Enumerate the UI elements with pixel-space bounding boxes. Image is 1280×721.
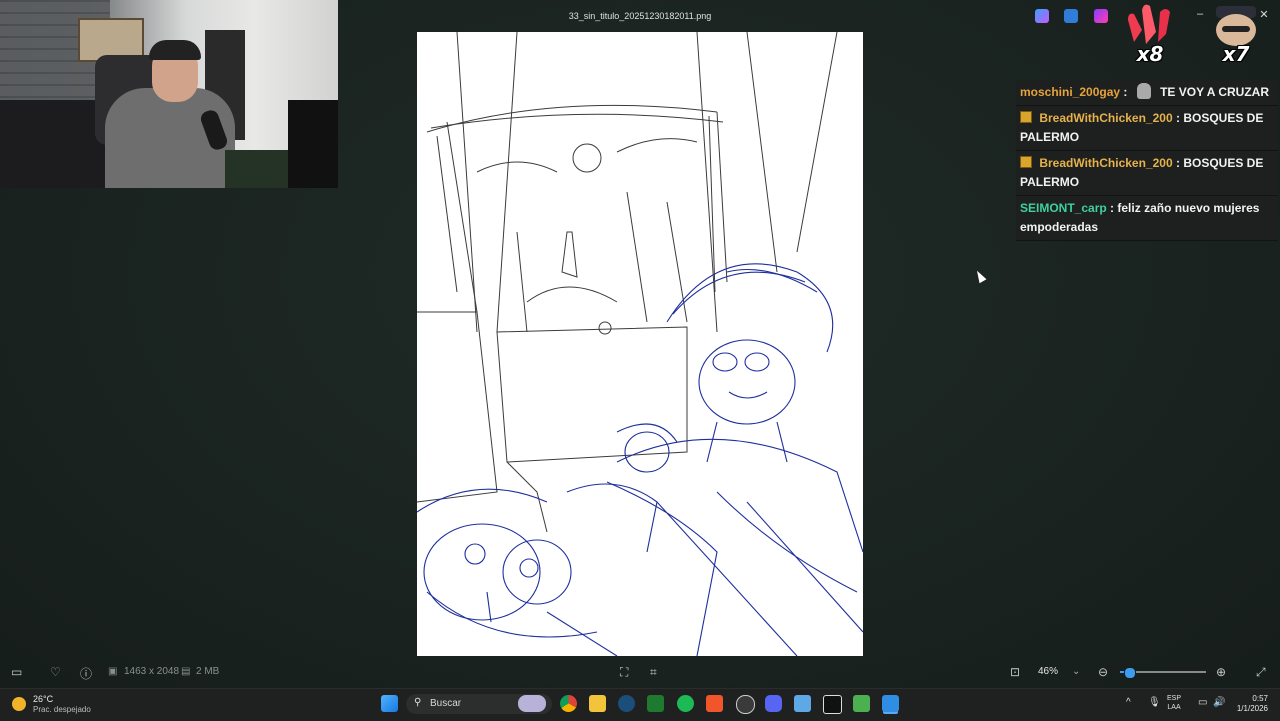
weather-sun-icon[interactable]	[12, 697, 26, 711]
sketch-artwork	[417, 32, 863, 656]
microphone-icon[interactable]: 🎙	[1148, 697, 1161, 708]
drawing-image	[417, 32, 863, 656]
chat-username[interactable]: BreadWithChicken_200	[1039, 111, 1172, 125]
chat-message: BreadWithChicken_200 : BOSQUES DE PALERM…	[1016, 106, 1278, 151]
reaction-count: x7	[1222, 42, 1250, 66]
keyboard-layout: LAA	[1167, 704, 1181, 711]
brave-icon[interactable]	[706, 695, 723, 712]
edit-icon[interactable]	[1064, 9, 1078, 23]
skull-emote-icon	[1136, 83, 1151, 99]
chat-separator: :	[1175, 156, 1180, 170]
chat-separator: :	[1123, 85, 1128, 99]
text-scan-icon[interactable]: ⌗	[650, 665, 657, 680]
language-indicator[interactable]: ESP LAA	[1167, 694, 1181, 712]
fit-to-screen-icon[interactable]: ⊡	[1010, 665, 1020, 679]
search-input[interactable]: Buscar	[430, 698, 461, 709]
show-hidden-icons-chevron-icon[interactable]: ^	[1126, 697, 1131, 708]
weather-temperature[interactable]: 26°C	[33, 694, 53, 704]
viewer-toolbar	[0, 660, 1280, 688]
capcut-icon[interactable]	[823, 695, 842, 714]
crop-icon[interactable]: ⛶	[620, 665, 628, 680]
notepad-icon[interactable]	[794, 695, 811, 712]
photos-icon[interactable]	[882, 695, 899, 712]
obs-icon[interactable]	[736, 695, 755, 714]
chat-username[interactable]: BreadWithChicken_200	[1039, 156, 1172, 170]
webcam-overlay	[0, 0, 338, 188]
stream-chat: moschini_200gay : TE VOY A CRUZAR BreadW…	[1016, 80, 1278, 241]
xbox-icon[interactable]	[647, 695, 664, 712]
zoom-select[interactable]: 46% ⌄	[1032, 662, 1086, 682]
subscriber-badge-icon	[1020, 111, 1032, 123]
reaction-emote: x7	[1206, 0, 1266, 68]
windows-start-icon[interactable]	[381, 695, 398, 712]
volume-icon[interactable]: 🔊	[1213, 697, 1225, 708]
chat-text: TE VOY A CRUZAR	[1160, 85, 1269, 99]
clock-date: 1/1/2026	[1236, 704, 1268, 713]
chat-message: moschini_200gay : TE VOY A CRUZAR	[1016, 80, 1278, 106]
designer-icon[interactable]	[1094, 9, 1108, 23]
spotify-icon[interactable]	[677, 695, 694, 712]
clock-time: 0:57	[1252, 694, 1268, 703]
minecraft-icon[interactable]	[853, 695, 870, 712]
file-size: 2 MB	[196, 666, 220, 677]
chat-message: SEIMONT_carp : feliz zaño nuevo mujeres …	[1016, 196, 1278, 241]
fullscreen-icon[interactable]: ⤢	[1256, 665, 1266, 680]
chat-message: BreadWithChicken_200 : BOSQUES DE PALERM…	[1016, 151, 1278, 196]
reaction-clap: x8	[1120, 0, 1180, 68]
network-icon[interactable]: ▭	[1198, 697, 1207, 708]
zoom-slider-thumb[interactable]	[1123, 667, 1136, 679]
subscriber-badge-icon	[1020, 156, 1032, 168]
search-icon: ⚲	[414, 697, 422, 708]
search-highlight-icon	[518, 695, 546, 712]
zoom-out-icon[interactable]: ⊖	[1098, 665, 1108, 679]
reaction-count: x8	[1136, 42, 1164, 66]
file-size-icon: ▤	[181, 666, 191, 677]
image-dimensions-icon: ▣	[108, 666, 118, 677]
weather-description[interactable]: Prac. despejado	[33, 705, 91, 714]
zoom-value: 46%	[1038, 666, 1059, 677]
favorite-heart-icon[interactable]: ♡	[50, 665, 61, 679]
zoom-slider[interactable]	[1120, 667, 1206, 679]
chat-separator: :	[1110, 201, 1115, 215]
chat-separator: :	[1175, 111, 1180, 125]
steam-icon[interactable]	[618, 695, 635, 712]
chat-username[interactable]: moschini_200gay	[1020, 85, 1120, 99]
language-code: ESP	[1167, 695, 1182, 702]
chrome-icon[interactable]	[560, 695, 577, 712]
discord-icon[interactable]	[765, 695, 782, 712]
filmstrip-icon[interactable]: ▭	[11, 665, 22, 679]
system-clock[interactable]: 0:57 1/1/2026	[1232, 694, 1268, 714]
file-explorer-icon[interactable]	[589, 695, 606, 712]
zoom-in-icon[interactable]: ⊕	[1216, 665, 1226, 679]
image-dimensions: 1463 x 2048	[124, 666, 180, 677]
info-icon[interactable]: ⓘ	[80, 665, 92, 682]
taskbar	[0, 688, 1280, 721]
chat-username[interactable]: SEIMONT_carp	[1020, 201, 1107, 215]
chevron-down-icon: ⌄	[1072, 666, 1081, 677]
copilot-icon[interactable]	[1035, 9, 1049, 23]
